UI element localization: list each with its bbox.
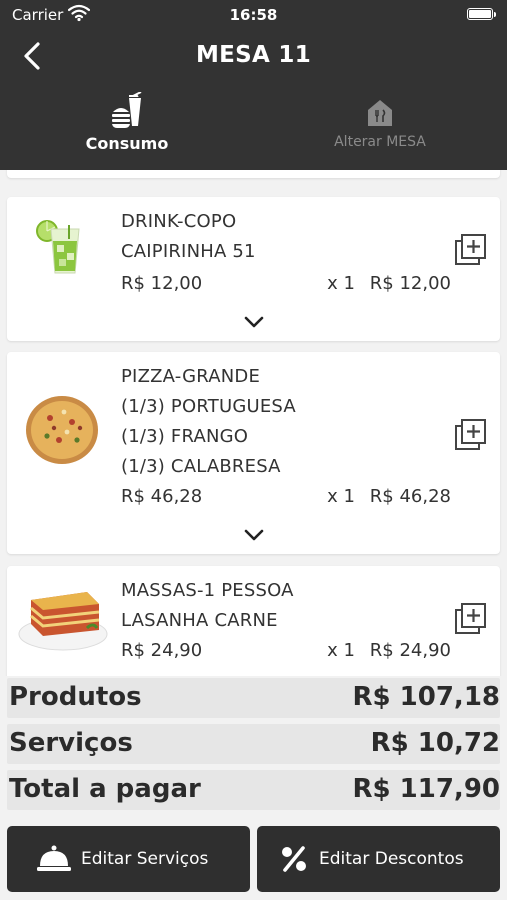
tab-consumo-label: Consumo [85,134,169,153]
item-product: CAIPIRINHA 51 [121,241,256,262]
tab-alterar-label: Alterar MESA [334,134,426,150]
summary-servicos: Serviços R$ 10,72 [7,724,500,764]
clock: 16:58 [229,6,278,24]
item-product: LASANHA CARNE [121,610,278,631]
item-names: PIZZA-GRANDE (1/3) PORTUGUESA (1/3) FRAN… [121,362,296,482]
produtos-value: R$ 107,18 [352,682,501,712]
edit-services-button[interactable]: Editar Serviços [7,826,250,892]
item-category: PIZZA-GRANDE [121,366,261,387]
header: Carrier 16:58 MESA 11 Consumo Alterar ME… [0,0,507,170]
line-total: R$ 24,90 [369,640,451,661]
duplicate-plus-icon[interactable] [454,233,488,267]
tab-consumo[interactable]: Consumo [68,92,186,164]
unit-price: R$ 12,00 [121,273,203,294]
chevron-down-icon[interactable] [243,528,265,542]
pizza-image [26,396,98,464]
lasagna-image [18,592,108,651]
chevron-down-icon[interactable] [243,315,265,329]
list-item [7,170,500,178]
service-bell-icon [37,845,71,871]
item-names: DRINK-COPO CAIPIRINHA 51 [121,207,256,267]
produtos-label: Produtos [9,682,142,712]
item-flavor: (1/3) CALABRESA [121,456,281,477]
quantity: x 1 [327,486,355,507]
order-item[interactable]: DRINK-COPO CAIPIRINHA 51 R$ 12,00 x 1 R$… [7,197,500,341]
unit-price: R$ 46,28 [121,486,203,507]
line-total: R$ 46,28 [369,486,451,507]
item-names: MASSAS-1 PESSOA LASANHA CARNE [121,576,294,636]
unit-price: R$ 24,90 [121,640,203,661]
summary-produtos: Produtos R$ 107,18 [7,678,500,718]
edit-discounts-label: Editar Descontos [319,849,464,869]
caipirinha-image [36,220,80,274]
item-flavor: (1/3) PORTUGUESA [121,396,296,417]
servicos-value: R$ 10,72 [370,728,500,758]
burger-drink-icon [112,92,142,128]
percent-icon [282,846,306,872]
item-flavor: (1/3) FRANGO [121,426,249,447]
status-bar: Carrier 16:58 [0,0,507,30]
duplicate-plus-icon[interactable] [454,602,488,636]
item-category: DRINK-COPO [121,211,237,232]
tab-alterar-mesa[interactable]: Alterar MESA [320,92,440,164]
quantity: x 1 [327,640,355,661]
servicos-label: Serviços [9,728,133,758]
edit-services-label: Editar Serviços [81,849,209,869]
page-title: MESA 11 [195,42,312,68]
total-label: Total a pagar [9,774,201,804]
line-total: R$ 12,00 [369,273,451,294]
quantity: x 1 [327,273,355,294]
table-house-icon [368,100,392,126]
total-value: R$ 117,90 [352,774,501,804]
item-category: MASSAS-1 PESSOA [121,580,294,601]
order-item[interactable]: MASSAS-1 PESSOA LASANHA CARNE R$ 24,90 x… [7,566,500,676]
duplicate-plus-icon[interactable] [454,418,488,452]
order-item-list[interactable]: DRINK-COPO CAIPIRINHA 51 R$ 12,00 x 1 R$… [0,170,507,676]
edit-discounts-button[interactable]: Editar Descontos [257,826,500,892]
order-item[interactable]: PIZZA-GRANDE (1/3) PORTUGUESA (1/3) FRAN… [7,352,500,554]
battery-icon [467,8,496,20]
summary-total: Total a pagar R$ 117,90 [7,770,500,810]
